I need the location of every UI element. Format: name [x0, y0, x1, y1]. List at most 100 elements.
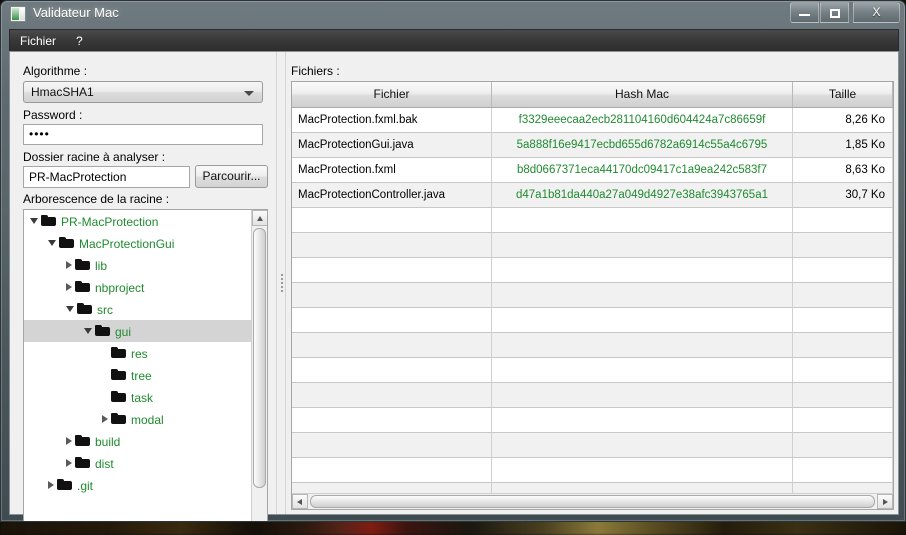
tree-item[interactable]: gui — [24, 320, 252, 342]
folder-tree[interactable]: PR-MacProtection MacProtectionGui lib nbpro… — [23, 209, 268, 521]
table-row[interactable] — [292, 308, 893, 333]
scroll-left-button[interactable] — [292, 494, 308, 509]
table-row[interactable] — [292, 458, 893, 483]
algorithm-selected-value: HmacSHA1 — [31, 85, 94, 99]
tree-label: Arborescence de la racine : — [23, 192, 170, 206]
twisty-expanded-icon[interactable] — [84, 328, 92, 335]
tree-item[interactable]: dist — [24, 452, 252, 474]
folder-icon — [59, 237, 74, 249]
folder-icon — [57, 479, 72, 491]
tree-item[interactable]: MacProtectionGui — [24, 232, 252, 254]
cell-size — [793, 383, 893, 408]
table-row[interactable] — [292, 433, 893, 458]
algorithm-label: Algorithme : — [23, 64, 88, 78]
tree-item-label: nbproject — [95, 280, 145, 295]
table-row[interactable] — [292, 283, 893, 308]
window-title: Validateur Mac — [33, 5, 119, 20]
column-header-taille[interactable]: Taille — [793, 82, 893, 108]
twisty-expanded-icon[interactable] — [30, 218, 38, 225]
app-icon — [10, 6, 26, 22]
scroll-right-button[interactable] — [877, 494, 893, 509]
table-row[interactable] — [292, 333, 893, 358]
cell-hash: d47a1b81da440a27a049d4927e38afc3943765a1 — [492, 183, 793, 208]
table-row[interactable]: MacProtection.fxml.bak f3329eeecaa2ecb281… — [292, 108, 893, 133]
folder-icon — [111, 413, 126, 425]
twisty-collapsed-icon[interactable] — [66, 437, 72, 446]
column-header-fichier[interactable]: Fichier — [292, 82, 492, 108]
triangle-up-icon — [257, 216, 263, 221]
tree-item[interactable]: modal — [24, 408, 252, 430]
tree-item[interactable]: .git — [24, 474, 252, 496]
tree-item[interactable]: lib — [24, 254, 252, 276]
tree-item[interactable]: build — [24, 430, 252, 452]
tree-item[interactable]: src — [24, 298, 252, 320]
scrollbar-thumb[interactable] — [253, 228, 266, 488]
cell-size — [793, 258, 893, 283]
cell-file — [292, 433, 492, 458]
cell-hash — [492, 283, 793, 308]
table-row[interactable] — [292, 208, 893, 233]
tree-item-label: dist — [95, 456, 114, 471]
tree-item[interactable]: nbproject — [24, 276, 252, 298]
scroll-up-button[interactable] — [252, 210, 267, 226]
tree-item[interactable]: res — [24, 342, 252, 364]
split-pane-divider[interactable] — [276, 52, 286, 514]
table-row[interactable] — [292, 408, 893, 433]
cell-file — [292, 208, 492, 233]
algorithm-select[interactable]: HmacSHA1 — [23, 81, 263, 103]
menu-item-help[interactable]: ? — [66, 30, 93, 52]
twisty-collapsed-icon[interactable] — [66, 261, 72, 270]
table-row[interactable] — [292, 258, 893, 283]
table-row[interactable]: MacProtectionGui.java 5a888f16e9417ecbd65… — [292, 133, 893, 158]
twisty-collapsed-icon[interactable] — [48, 481, 54, 490]
cell-hash: f3329eeecaa2ecb281104160d604424a7c86659f — [492, 108, 793, 133]
tree-item[interactable]: tree — [24, 364, 252, 386]
cell-file — [292, 408, 492, 433]
files-label: Fichiers : — [291, 64, 340, 78]
twisty-expanded-icon[interactable] — [48, 240, 56, 247]
cell-size — [793, 433, 893, 458]
triangle-right-icon — [883, 499, 888, 505]
left-panel: Algorithme : HmacSHA1 Password : •••• Do… — [10, 52, 276, 521]
cell-size: 30,7 Ko — [793, 183, 893, 208]
minimize-button[interactable] — [790, 2, 819, 23]
tree-item[interactable]: task — [24, 386, 252, 408]
cell-file — [292, 233, 492, 258]
twisty-collapsed-icon[interactable] — [66, 283, 72, 292]
title-bar[interactable]: Validateur Mac X — [1, 1, 905, 29]
table-row[interactable] — [292, 233, 893, 258]
folder-icon — [111, 347, 126, 359]
table-row[interactable] — [292, 358, 893, 383]
tree-vertical-scrollbar[interactable] — [251, 210, 267, 521]
password-input[interactable]: •••• — [23, 124, 263, 145]
twisty-collapsed-icon[interactable] — [66, 459, 72, 468]
hscrollbar-thumb[interactable] — [310, 495, 875, 508]
folder-input[interactable]: PR-MacProtection — [23, 166, 190, 188]
menu-item-fichier[interactable]: Fichier — [10, 30, 66, 52]
files-table: Fichier Hash Mac Taille MacProtection.fx… — [291, 81, 894, 510]
cell-hash: 5a888f16e9417ecbd655d6782a6914c55a4c6795 — [492, 133, 793, 158]
close-button[interactable]: X — [853, 2, 900, 23]
table-row[interactable]: MacProtection.fxml b8d0667371eca44170dc09… — [292, 158, 893, 183]
tree-item-label: task — [131, 390, 154, 405]
tree-item-label: .git — [77, 478, 94, 493]
folder-icon — [95, 325, 110, 337]
table-header-row: Fichier Hash Mac Taille — [292, 82, 893, 108]
maximize-button[interactable] — [820, 2, 849, 23]
twisty-expanded-icon[interactable] — [66, 306, 74, 313]
cell-hash — [492, 433, 793, 458]
table-row[interactable]: MacProtectionController.java d47a1b81da44… — [292, 183, 893, 208]
browse-button[interactable]: Parcourir... — [195, 165, 268, 188]
cell-hash: b8d0667371eca44170dc09417c1a9ea242c583f7 — [492, 158, 793, 183]
cell-size — [793, 333, 893, 358]
column-header-hash[interactable]: Hash Mac — [492, 82, 793, 108]
cell-size — [793, 458, 893, 483]
tree-item[interactable]: PR-MacProtection — [24, 210, 252, 232]
cell-hash — [492, 333, 793, 358]
cell-hash — [492, 208, 793, 233]
table-row[interactable] — [292, 383, 893, 408]
table-horizontal-scrollbar[interactable] — [292, 493, 893, 509]
cell-size — [793, 308, 893, 333]
twisty-collapsed-icon[interactable] — [102, 415, 108, 424]
